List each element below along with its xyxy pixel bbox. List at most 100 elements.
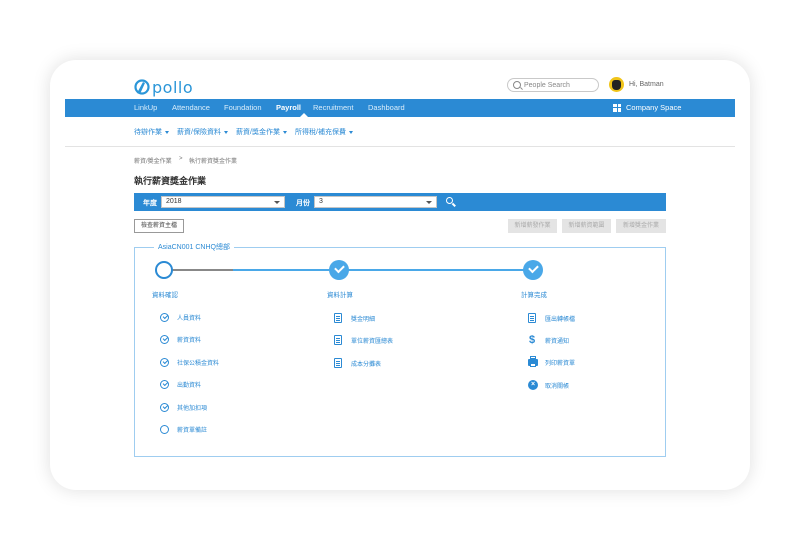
check-circle-icon	[160, 380, 169, 389]
people-search-input[interactable]: People Search	[507, 78, 599, 92]
item-label: 出勤資料	[177, 383, 202, 389]
active-nav-indicator	[300, 113, 308, 117]
item-label: 獎金明細	[351, 316, 376, 323]
step-done-icon	[523, 260, 543, 280]
document-icon	[334, 313, 342, 323]
page-title: 執行薪資獎金作業	[134, 176, 207, 186]
panel-title: AsiaCN001 CNHQ總部	[154, 242, 234, 252]
printer-icon	[528, 356, 538, 367]
item-label: 匯出轉帳檔	[545, 316, 576, 323]
document-icon	[334, 358, 342, 368]
list-item[interactable]: 單位薪資匯總表	[334, 335, 393, 345]
app-window: pollo People Search Hi, Batman LinkUp At…	[50, 60, 750, 490]
breadcrumb-separator: >	[179, 156, 183, 162]
subnav-item-salary-bonus[interactable]: 薪資/獎金作業	[236, 127, 287, 137]
month-value: 3	[319, 198, 323, 205]
nav-item-linkup[interactable]: LinkUp	[134, 103, 157, 112]
search-icon	[513, 81, 521, 89]
list-item[interactable]: 社保公積金資料	[160, 358, 219, 367]
add-bonus-button[interactable]: 新增獎金作業	[616, 219, 666, 233]
item-label: 薪資通知	[545, 338, 570, 345]
subnav-item-todo[interactable]: 待辦作業	[134, 127, 169, 137]
year-select[interactable]: 2018	[161, 196, 285, 208]
subnav-label: 所得稅/補充保費	[295, 129, 346, 136]
list-item[interactable]: × 取消關帳	[528, 380, 569, 390]
progress-track-complete	[233, 269, 533, 271]
filter-bar: 年度 2018 月份 3	[134, 193, 666, 211]
list-item[interactable]: 薪資資料	[160, 335, 201, 344]
subnav-label: 薪資/獎金作業	[236, 129, 280, 136]
item-label: 成本分攤表	[351, 361, 382, 368]
add-salary-range-button[interactable]: 新增薪資範圍	[562, 219, 611, 233]
year-label: 年度	[143, 200, 157, 207]
chevron-down-icon	[165, 130, 169, 134]
item-label: 社保公積金資料	[177, 361, 220, 367]
list-item[interactable]: 列印薪資單	[528, 356, 576, 367]
chevron-down-icon	[348, 130, 353, 134]
list-item[interactable]: 獎金明細	[334, 313, 375, 323]
logo-text: pollo	[152, 77, 194, 97]
item-label: 列印薪資單	[545, 361, 576, 367]
list-item[interactable]: 薪資單備註	[160, 425, 207, 434]
check-master-button[interactable]: 檢查薪資主檔	[134, 219, 184, 233]
workflow-panel	[134, 247, 666, 457]
dollar-icon: $	[528, 334, 536, 346]
item-label: 單位薪資匯總表	[351, 338, 394, 345]
nav-item-dashboard[interactable]: Dashboard	[368, 103, 405, 112]
divider	[65, 146, 735, 147]
item-label: 薪資單備註	[177, 428, 208, 434]
subnav-label: 待辦作業	[134, 129, 162, 136]
nav-item-foundation[interactable]: Foundation	[224, 103, 262, 112]
subnav-item-income-tax[interactable]: 所得稅/補充保費	[295, 127, 353, 137]
nav-item-attendance[interactable]: Attendance	[172, 103, 210, 112]
avatar[interactable]	[609, 77, 624, 92]
empty-circle-icon	[160, 425, 169, 434]
item-label: 薪資資料	[177, 338, 202, 344]
item-label: 取消關帳	[545, 383, 570, 390]
logo[interactable]: pollo	[134, 77, 193, 97]
step-label-confirm: 資料確認	[152, 292, 178, 299]
step-current-icon	[155, 261, 173, 279]
step-label-calculate: 資料計算	[327, 292, 353, 299]
year-value: 2018	[166, 198, 182, 205]
search-placeholder: People Search	[524, 81, 570, 89]
user-greeting[interactable]: Hi, Batman	[629, 81, 664, 88]
subnav-label: 薪資/保險資料	[177, 129, 221, 136]
list-item[interactable]: 出勤資料	[160, 380, 201, 389]
chevron-down-icon	[223, 130, 228, 134]
add-payroll-button[interactable]: 新增薪發作業	[508, 219, 557, 233]
step-done-icon	[329, 260, 349, 280]
company-space-link[interactable]: Company Space	[613, 103, 681, 112]
breadcrumb-parent[interactable]: 薪資/獎金作業	[134, 156, 172, 165]
list-item[interactable]: 其他加扣項	[160, 403, 207, 412]
chevron-down-icon	[274, 201, 280, 204]
main-nav: LinkUp Attendance Foundation Payroll Rec…	[65, 99, 735, 117]
check-circle-icon	[160, 358, 169, 367]
list-item[interactable]: $ 薪資通知	[528, 334, 570, 346]
item-label: 人員資料	[177, 316, 202, 322]
document-icon	[528, 313, 536, 323]
month-label: 月份	[296, 200, 310, 207]
month-select[interactable]: 3	[314, 196, 437, 208]
nav-item-recruitment[interactable]: Recruitment	[313, 103, 353, 112]
item-label: 其他加扣項	[177, 406, 208, 412]
subnav-item-salary-insurance[interactable]: 薪資/保險資料	[177, 127, 228, 137]
chevron-down-icon	[282, 130, 287, 134]
close-circle-icon: ×	[528, 380, 538, 390]
logo-mark-icon	[134, 79, 150, 95]
document-icon	[334, 335, 342, 345]
search-icon[interactable]	[446, 197, 453, 204]
list-item[interactable]: 匯出轉帳檔	[528, 313, 575, 323]
list-item[interactable]: 人員資料	[160, 313, 201, 322]
chevron-down-icon	[426, 201, 432, 204]
nav-item-payroll[interactable]: Payroll	[276, 103, 301, 112]
breadcrumb-current: 執行薪資獎金作業	[189, 159, 238, 165]
company-space-label: Company Space	[626, 103, 682, 112]
check-circle-icon	[160, 403, 169, 412]
grid-icon	[613, 103, 621, 112]
step-label-complete: 計算完成	[521, 292, 547, 299]
progress-track-pending	[163, 269, 233, 271]
check-circle-icon	[160, 313, 169, 322]
list-item[interactable]: 成本分攤表	[334, 358, 381, 368]
check-circle-icon	[160, 335, 169, 344]
